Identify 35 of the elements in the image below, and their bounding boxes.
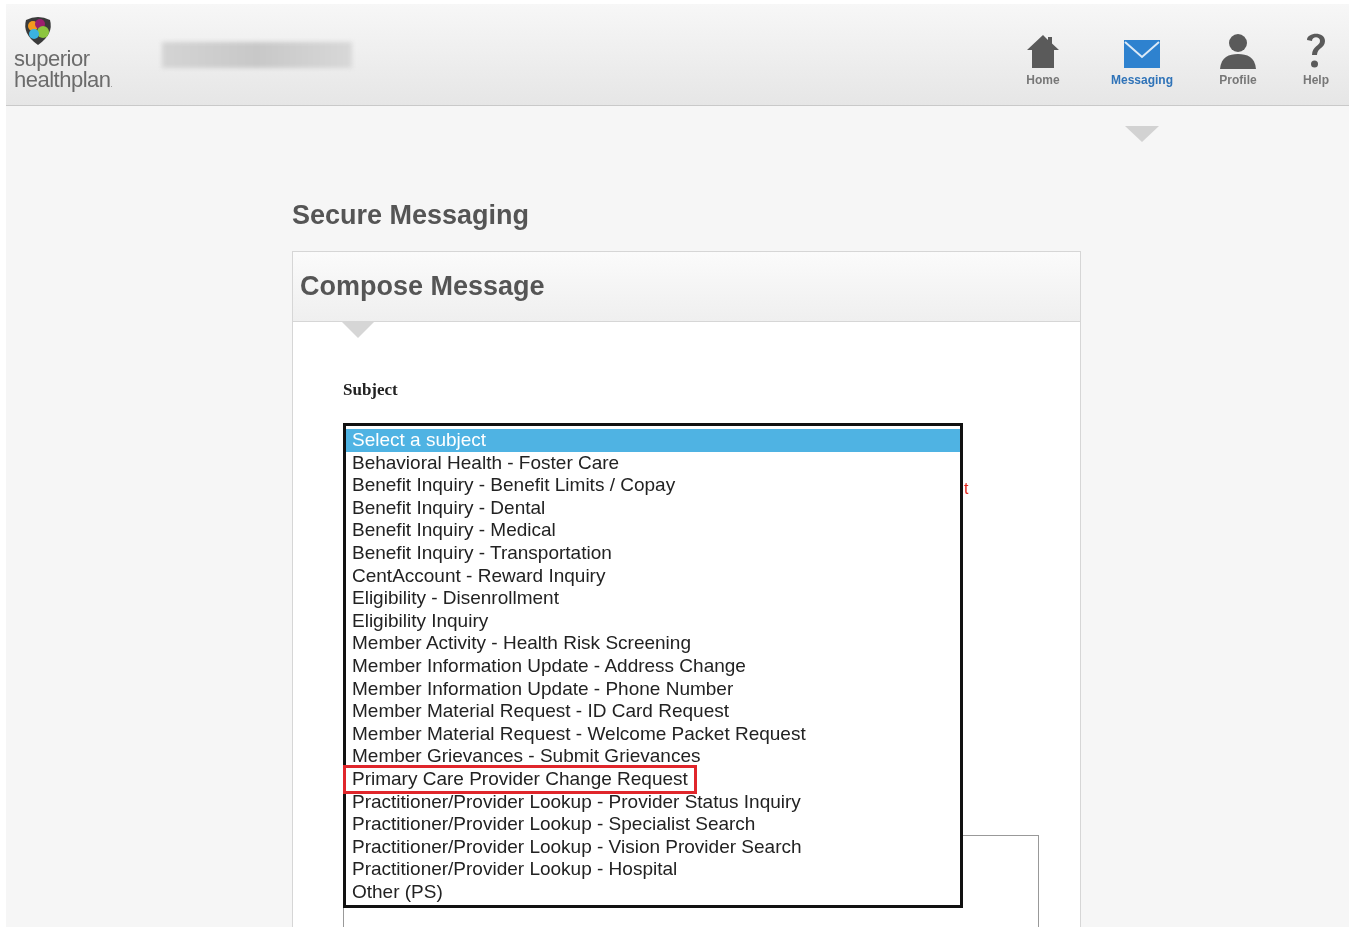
subject-label: Subject — [343, 380, 399, 400]
dropdown-option[interactable]: Practitioner/Provider Lookup - Specialist Search — [346, 813, 960, 836]
nav-link[interactable]: Home — [995, 33, 1091, 105]
validation-text: t — [964, 480, 969, 498]
dropdown-option[interactable]: Behavioral Health - Foster Care — [346, 451, 960, 475]
dropdown-option[interactable]: Member Information Update - Address Change — [346, 654, 960, 678]
dropdown-option[interactable]: Member Grievances - Submit Grievances — [346, 745, 960, 768]
card-title: Compose Message — [300, 271, 545, 302]
page-title: Secure Messaging — [292, 200, 531, 231]
nav-link[interactable]: Messaging — [1091, 39, 1193, 105]
dropdown-option[interactable]: Benefit Inquiry - Transportation — [346, 541, 960, 565]
dropdown-option[interactable]: Practitioner/Provider Lookup - Provider Status Inquiry — [346, 790, 960, 814]
dropdown-option[interactable]: Member Material Request - ID Card Request — [346, 700, 960, 723]
dropdown-option[interactable]: Benefit Inquiry - Benefit Limits / Copay — [346, 474, 960, 497]
dropdown-option[interactable]: Primary Care Provider Change Request — [346, 767, 960, 791]
nav-link[interactable]: Help — [1283, 31, 1349, 105]
dropdown-option[interactable]: Member Activity - Health Risk Screening — [346, 632, 960, 655]
nav-link[interactable]: Profile — [1193, 33, 1283, 105]
active-pointer — [1125, 126, 1159, 142]
dropdown-option[interactable]: Eligibility - Disenrollment — [346, 587, 960, 610]
dropdown-option[interactable]: CentAccount - Reward Inquiry — [346, 564, 960, 588]
person-icon — [1218, 33, 1258, 69]
logo-text: superior — [14, 48, 91, 69]
dropdown-option[interactable]: Benefit Inquiry - Dental — [346, 496, 960, 520]
envelope-icon — [1123, 39, 1161, 69]
dropdown-option[interactable]: Member Material Request - Welcome Packet Request — [346, 722, 960, 746]
help-icon — [1304, 31, 1328, 69]
dropdown-option[interactable]: Practitioner/Provider Lookup - Vision Provider Search — [346, 835, 960, 859]
logo-icon — [22, 14, 54, 46]
home-icon — [1025, 33, 1061, 69]
dropdown-option[interactable]: Practitioner/Provider Lookup - Hospital — [346, 858, 960, 881]
dropdown-option[interactable]: Eligibility Inquiry — [346, 609, 960, 633]
dropdown-option[interactable]: Benefit Inquiry - Medical — [346, 519, 960, 542]
dropdown-option[interactable]: Member Information Update - Phone Number — [346, 677, 960, 701]
dropdown-option[interactable]: Other (PS) — [346, 880, 960, 904]
